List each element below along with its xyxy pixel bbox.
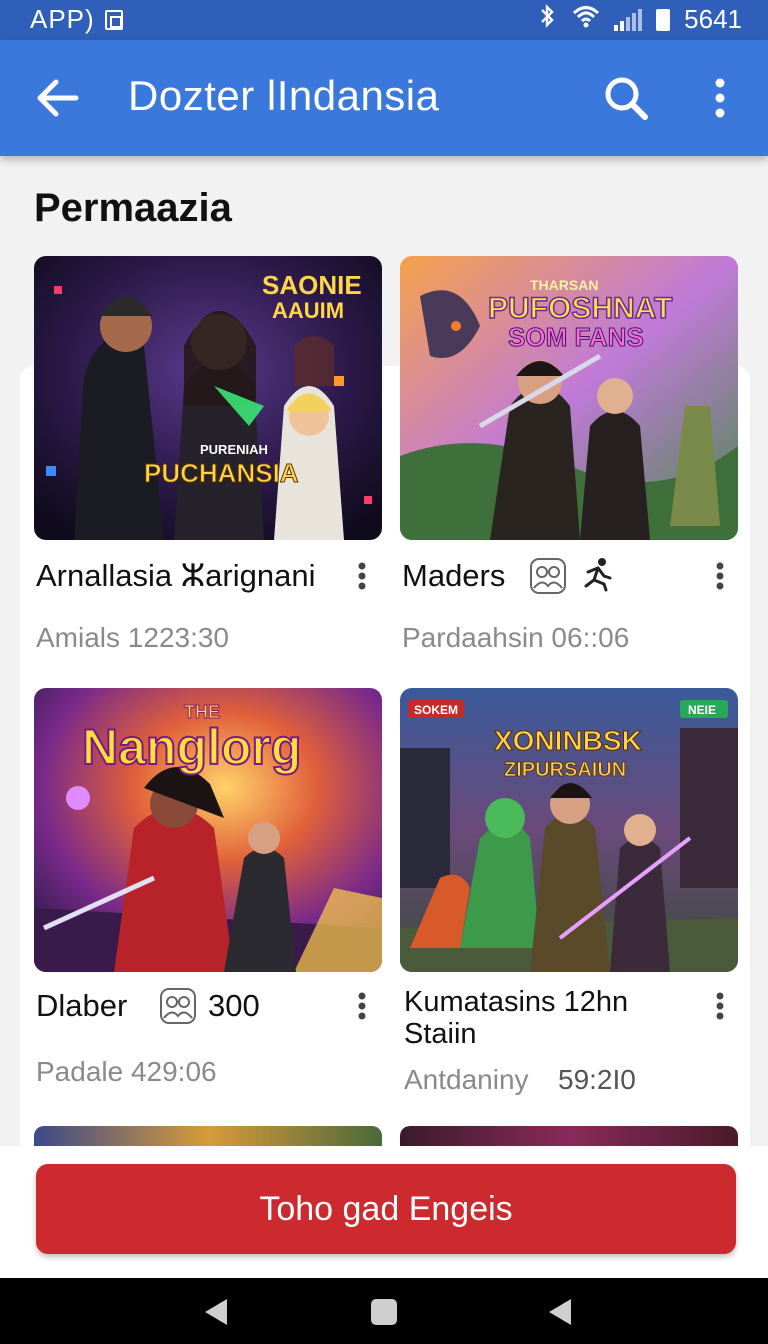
- primary-action-button[interactable]: Toho gad Engeis: [36, 1164, 736, 1254]
- card-4-art-text-3: XONINBSK: [494, 725, 642, 756]
- card-3-more-icon[interactable]: [350, 986, 374, 1026]
- back-arrow-icon[interactable]: [34, 74, 82, 122]
- card-4-title-line-1[interactable]: Kumatasins 12hn: [404, 986, 628, 1019]
- card-1-title[interactable]: Arnallasia ⵣarignani: [36, 558, 315, 594]
- card-thumbnail-3[interactable]: THE Nanglorg: [34, 688, 382, 972]
- card-thumbnail-4[interactable]: SOKEM NEIE XONINBSK ZIPURSAIUN: [400, 688, 738, 972]
- card-4-more-icon[interactable]: [708, 986, 732, 1026]
- card-2-meta: Pardaahsin 06::06: [402, 622, 630, 653]
- nav-back-icon[interactable]: [196, 1292, 236, 1332]
- status-bar: APP) 5641: [0, 0, 768, 40]
- card-1-art-text-1: SAONIE: [262, 270, 362, 300]
- app-bar: Dozter lIndansia: [0, 40, 768, 156]
- bottom-action-area: Toho gad Engeis: [0, 1146, 768, 1278]
- run-icon: [580, 556, 614, 597]
- card-4-art-text-4: ZIPURSAIUN: [504, 759, 626, 781]
- group-icon: [528, 556, 568, 601]
- nav-recents-icon[interactable]: [540, 1292, 580, 1332]
- search-icon[interactable]: [600, 72, 652, 124]
- card-3-title[interactable]: Dlaber: [36, 988, 127, 1024]
- section-title: Permaazia: [34, 186, 232, 230]
- card-2-art-text-2: PUFOSHNAT: [488, 292, 672, 325]
- card-4-art-text-1: SOKEM: [414, 703, 458, 717]
- card-2-art-text-1: THARSAN: [530, 277, 598, 293]
- card-3-art-text-2: Nanglorg: [82, 719, 301, 775]
- status-app-label: APP): [30, 4, 95, 34]
- card-2-more-icon[interactable]: [708, 556, 732, 596]
- nav-home-icon[interactable]: [364, 1292, 404, 1332]
- card-thumbnail-1[interactable]: SAONIE AAUIM PURENIAH PUCHANSIA: [34, 256, 382, 540]
- card-4-title-line-2[interactable]: Staiin: [404, 1018, 477, 1051]
- system-nav-bar: [0, 1278, 768, 1344]
- card-1-more-icon[interactable]: [350, 556, 374, 596]
- wifi-icon: [572, 4, 600, 35]
- card-1-art-text-2: AAUIM: [272, 298, 344, 323]
- app-title: Dozter lIndansia: [128, 72, 440, 119]
- more-vert-icon[interactable]: [700, 72, 740, 124]
- card-thumbnail-6[interactable]: [400, 1126, 738, 1146]
- card-2-art-text-3: SOM FANS: [508, 322, 644, 352]
- battery-icon: [656, 8, 671, 31]
- card-2-title[interactable]: Maders: [402, 558, 505, 594]
- card-1-art-text-3: PURENIAH: [200, 442, 268, 457]
- notification-icon: [104, 9, 123, 30]
- card-thumbnail-2[interactable]: THARSAN PUFOSHNAT SOM FANS: [400, 256, 738, 540]
- card-4-meta: Antdaniny: [404, 1064, 529, 1095]
- card-4-duration: 59:2I0: [558, 1064, 636, 1095]
- signal-icon: [614, 8, 643, 31]
- card-thumbnail-5[interactable]: [34, 1126, 382, 1146]
- card-3-meta: Padale 429:06: [36, 1056, 217, 1087]
- card-3-count: 300: [208, 988, 260, 1023]
- bluetooth-icon: [538, 4, 558, 35]
- status-time: 5641: [684, 4, 742, 34]
- group-icon: [158, 986, 198, 1031]
- card-1-meta: Amials 1223:30: [36, 622, 230, 653]
- card-4-art-text-2: NEIE: [688, 703, 716, 717]
- card-1-art-text-4: PUCHANSIA: [144, 458, 299, 488]
